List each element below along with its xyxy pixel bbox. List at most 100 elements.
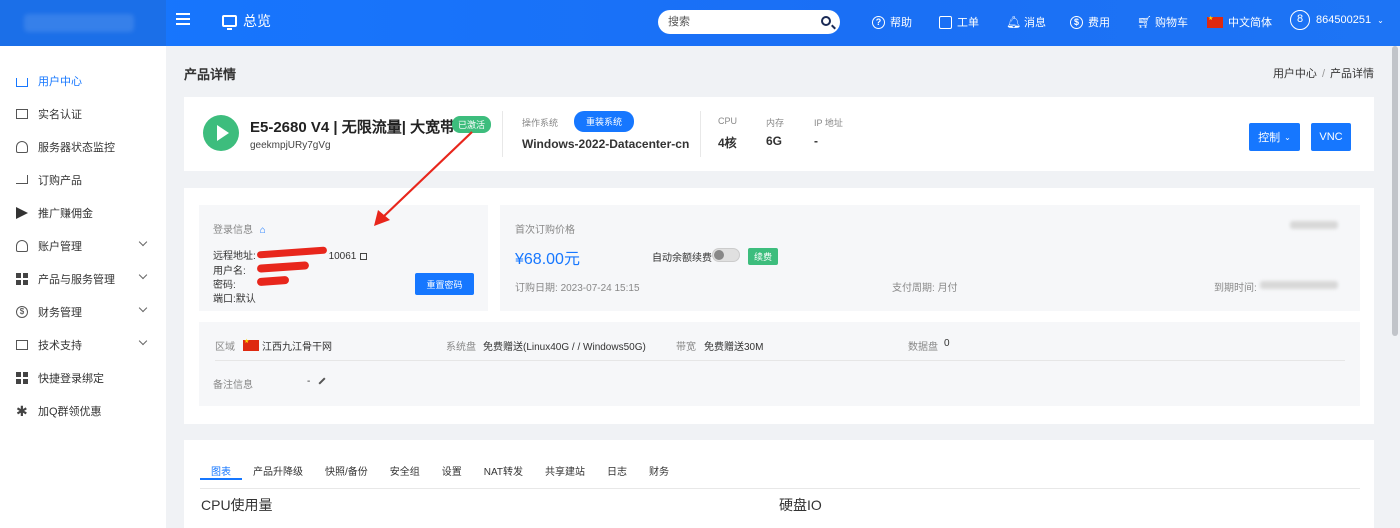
sidebar-item-user-center[interactable]: 用户中心 bbox=[0, 64, 166, 97]
sidebar-item-quick-login[interactable]: 快捷登录绑定 bbox=[0, 361, 166, 394]
dollar-icon: $ bbox=[16, 305, 28, 318]
chevron-down-icon bbox=[138, 336, 148, 346]
remote-address-label: 远程地址: bbox=[213, 251, 256, 262]
nav-message[interactable]: 🔔︎ 消息 bbox=[1006, 14, 1046, 30]
reset-password-button[interactable]: 重置密码 bbox=[415, 273, 474, 295]
port-row: 端口:默认 bbox=[213, 290, 256, 305]
help-icon: ? bbox=[872, 15, 885, 29]
tab-snapshot[interactable]: 快照/备份 bbox=[314, 463, 379, 479]
nav-cart[interactable]: 🛒︎ 购物车 bbox=[1137, 14, 1188, 30]
tab-finance[interactable]: 财务 bbox=[638, 463, 680, 479]
page-title: 产品详情 bbox=[184, 67, 237, 82]
redaction-mark bbox=[256, 261, 310, 273]
nav-fee-label: 费用 bbox=[1088, 17, 1110, 29]
nav-ticket[interactable]: 工单 bbox=[939, 14, 979, 30]
control-button[interactable]: 控制 ⌄ bbox=[1249, 123, 1300, 151]
product-summary-card: E5-2680 V4 | 无限流量| 大宽带 已激活 geekmpjURy7gV… bbox=[184, 97, 1374, 171]
nav-language-label: 中文简体 bbox=[1228, 17, 1272, 29]
reinstall-button[interactable]: 重装系统 bbox=[574, 111, 635, 132]
user-icon bbox=[16, 239, 28, 252]
page-scrollbar[interactable] bbox=[1390, 46, 1400, 528]
sidebar-item-verification[interactable]: 实名认证 bbox=[0, 97, 166, 130]
price-card: 首次订购价格 ¥68.00元 自动余额续费 续费 订购日期: 2023-07-2… bbox=[500, 205, 1360, 311]
bandwidth-label: 带宽 bbox=[676, 342, 696, 353]
nav-language[interactable]: 中文简体 bbox=[1207, 14, 1272, 30]
ticket-icon bbox=[939, 15, 952, 29]
region-row: 江西九江骨干网 bbox=[243, 338, 332, 353]
cycle-label: 支付周期: bbox=[892, 283, 935, 294]
port-label: 端口: bbox=[213, 294, 236, 305]
disk-io-heading: 硬盘IO bbox=[779, 497, 822, 513]
cart-icon: 🛒︎ bbox=[1137, 14, 1153, 29]
scrollbar-thumb[interactable] bbox=[1392, 46, 1398, 336]
price-title: 首次订购价格 bbox=[515, 225, 575, 236]
sidebar-item-order[interactable]: 订购产品 bbox=[0, 163, 166, 196]
breadcrumb-user-center[interactable]: 用户中心 bbox=[1273, 68, 1317, 80]
order-date-row: 订购日期: 2023-07-24 15:15 bbox=[515, 279, 640, 294]
sidebar-item-label: 快捷登录绑定 bbox=[38, 372, 104, 385]
login-info-card: 登录信息 ⌂ 远程地址: 10061 用户名: 密码: 端口:默认 重置密码 bbox=[199, 205, 488, 311]
dollar-icon: $ bbox=[1070, 15, 1083, 29]
brand-logo[interactable] bbox=[0, 0, 166, 46]
china-flag-icon bbox=[243, 338, 259, 351]
sysdisk-value: 免费赠送(Linux40G / / Windows50G) bbox=[483, 342, 646, 353]
asterisk-icon: ✱ bbox=[16, 402, 28, 419]
nav-message-label: 消息 bbox=[1024, 17, 1046, 29]
grid-icon bbox=[16, 272, 28, 285]
play-icon[interactable] bbox=[203, 115, 239, 151]
nav-fee[interactable]: $ 费用 bbox=[1070, 14, 1110, 30]
vnc-button[interactable]: VNC bbox=[1311, 123, 1351, 151]
auto-renew-toggle[interactable] bbox=[712, 248, 740, 262]
sidebar-item-monitor[interactable]: 服务器状态监控 bbox=[0, 130, 166, 163]
grid-icon bbox=[16, 371, 28, 384]
search-input[interactable] bbox=[668, 14, 808, 30]
tab-security-group[interactable]: 安全组 bbox=[379, 463, 431, 479]
menu-toggle-icon[interactable] bbox=[176, 13, 190, 27]
mem-value: 6G bbox=[766, 134, 783, 148]
expire-value-blurred bbox=[1260, 281, 1338, 289]
bell-icon bbox=[16, 140, 28, 153]
tab-settings[interactable]: 设置 bbox=[431, 463, 473, 479]
nav-help[interactable]: ? 帮助 bbox=[872, 14, 912, 30]
user-menu[interactable]: 8 864500251 ⌄ bbox=[1290, 10, 1384, 30]
sidebar-item-finance[interactable]: $ 财务管理 bbox=[0, 295, 166, 328]
sidebar-item-promotion[interactable]: 推广赚佣金 bbox=[0, 196, 166, 229]
os-value: Windows-2022-Datacenter-cn bbox=[522, 137, 690, 151]
tab-divider bbox=[200, 488, 1360, 489]
nav-home-link[interactable]: 总览 bbox=[222, 11, 271, 31]
breadcrumb-current: 产品详情 bbox=[1330, 68, 1374, 80]
sidebar-item-label: 产品与服务管理 bbox=[38, 273, 115, 286]
blurred-text bbox=[1290, 221, 1338, 229]
product-id: geekmpjURy7gVg bbox=[250, 140, 331, 151]
sidebar-item-account[interactable]: 账户管理 bbox=[0, 229, 166, 262]
sidebar-item-qq-group[interactable]: ✱ 加Q群领优惠 bbox=[0, 394, 166, 427]
divider bbox=[502, 111, 503, 157]
search-icon[interactable] bbox=[821, 16, 831, 26]
tab-charts[interactable]: 图表 bbox=[200, 463, 242, 480]
remote-port: 10061 bbox=[328, 251, 357, 262]
copy-icon[interactable] bbox=[360, 253, 368, 260]
tab-upgrade[interactable]: 产品升降级 bbox=[242, 463, 314, 479]
divider bbox=[700, 111, 701, 157]
login-title: 登录信息 ⌂ bbox=[213, 221, 266, 236]
cycle-value: 月付 bbox=[937, 283, 958, 294]
send-icon bbox=[16, 206, 28, 219]
renew-button[interactable]: 续费 bbox=[748, 248, 779, 265]
control-button-label: 控制 bbox=[1258, 132, 1281, 144]
tab-log[interactable]: 日志 bbox=[596, 463, 638, 479]
sidebar-item-label: 服务器状态监控 bbox=[38, 141, 115, 154]
sidebar-item-products[interactable]: 产品与服务管理 bbox=[0, 262, 166, 295]
tab-shared-site[interactable]: 共享建站 bbox=[534, 463, 596, 479]
sidebar-item-label: 加Q群领优惠 bbox=[38, 405, 102, 418]
top-bar: 总览 ? 帮助 工单 🔔︎ 消息 $ 费用 🛒︎ 购物车 中文简体 8 8645… bbox=[0, 0, 1400, 46]
sidebar-item-support[interactable]: 技术支持 bbox=[0, 328, 166, 361]
sidebar-item-label: 推广赚佣金 bbox=[38, 207, 93, 220]
cpu-usage-heading: CPU使用量 bbox=[201, 497, 273, 513]
edit-icon[interactable] bbox=[318, 377, 326, 385]
monitor-icon bbox=[222, 15, 237, 30]
tab-nat[interactable]: NAT转发 bbox=[473, 463, 534, 479]
china-flag-icon bbox=[1207, 15, 1223, 28]
sidebar-item-label: 账户管理 bbox=[38, 240, 82, 253]
sidebar: 用户中心 实名认证 服务器状态监控 订购产品 推广赚佣金 账户管理 产品与服务管… bbox=[0, 46, 166, 528]
sysdisk-label: 系统盘 bbox=[446, 342, 476, 353]
